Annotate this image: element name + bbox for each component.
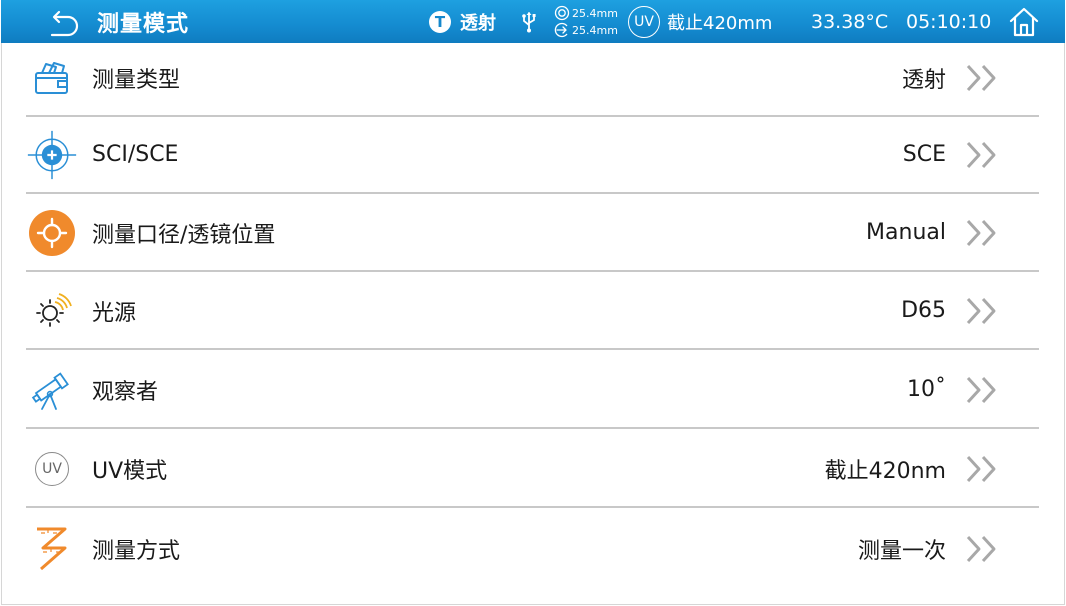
setting-label: UV模式 [92, 458, 168, 484]
usb-icon [522, 11, 536, 32]
uv-mode-icon: UV [35, 451, 69, 486]
back-button[interactable] [41, 0, 85, 43]
setting-value: 10˚ [907, 377, 946, 402]
aperture-icon [554, 5, 570, 21]
measure-type-icon [35, 61, 68, 94]
target-crosshair-icon [27, 130, 77, 179]
setting-label: 测量方式 [92, 538, 181, 564]
measure-method-icon [37, 527, 67, 570]
aperture-size-top: 25.4mm [572, 6, 618, 20]
observer-telescope-icon [31, 371, 69, 410]
page-title: 测量模式 [97, 11, 190, 37]
measure-mode-indicator: T 透射 [429, 0, 496, 43]
status-header: 测量模式 T 透射 25.4mm 25.4mm UV 截止420mm 33.38… [1, 0, 1065, 43]
setting-value: 测量一次 [857, 538, 946, 564]
usb-indicator [520, 0, 538, 43]
aperture-position-icon [29, 209, 75, 256]
double-chevron-right-icon [966, 64, 996, 91]
setting-value: D65 [901, 298, 946, 323]
uv-badge-circle: UV [628, 5, 660, 38]
setting-row-measure-method[interactable]: 测量方式 测量一次 [26, 510, 1039, 587]
double-chevron-right-icon [966, 297, 996, 324]
lens-icon [554, 22, 568, 38]
setting-row-measure-type[interactable]: 测量类型 透射 [26, 40, 1039, 117]
back-arrow-icon [50, 10, 79, 36]
uv-mode-icon-text: UV [42, 460, 62, 477]
double-chevron-right-icon [966, 535, 996, 562]
double-chevron-right-icon [966, 141, 996, 168]
setting-row-aperture-lens[interactable]: 测量口径/透镜位置 Manual [26, 195, 1039, 272]
aperture-size-bottom: 25.4mm [572, 23, 618, 37]
setting-value: 透射 [901, 67, 946, 93]
setting-row-uv-mode[interactable]: UV UV模式 截止420nm [26, 431, 1039, 508]
setting-row-observer[interactable]: 观察者 10˚ [26, 352, 1039, 429]
home-icon [1009, 7, 1039, 36]
aperture-indicator: 25.4mm 25.4mm [554, 0, 618, 43]
mode-label: 透射 [460, 12, 496, 34]
setting-row-sci-sce[interactable]: SCI/SCE SCE [26, 117, 1039, 194]
double-chevron-right-icon [966, 376, 996, 403]
setting-label: 光源 [92, 300, 137, 326]
setting-value: Manual [866, 220, 946, 245]
home-button[interactable] [1004, 0, 1044, 43]
clock-readout: 05:10:10 [906, 10, 992, 33]
setting-row-light-source[interactable]: 光源 D65 [26, 273, 1039, 350]
double-chevron-right-icon [966, 455, 996, 482]
setting-label: SCI/SCE [92, 142, 179, 167]
light-source-icon [36, 292, 72, 327]
uv-filter-label: 截止420mm [667, 12, 773, 34]
temperature-readout: 33.38°C [811, 10, 889, 33]
setting-label: 测量口径/透镜位置 [92, 222, 276, 248]
mode-letter-badge: T [429, 10, 451, 33]
double-chevron-right-icon [966, 219, 996, 246]
setting-label: 观察者 [92, 379, 159, 405]
setting-value: SCE [902, 142, 946, 167]
uv-indicator: UV 截止420mm [628, 0, 772, 43]
setting-value: 截止420nm [824, 458, 946, 484]
setting-label: 测量类型 [92, 67, 181, 93]
